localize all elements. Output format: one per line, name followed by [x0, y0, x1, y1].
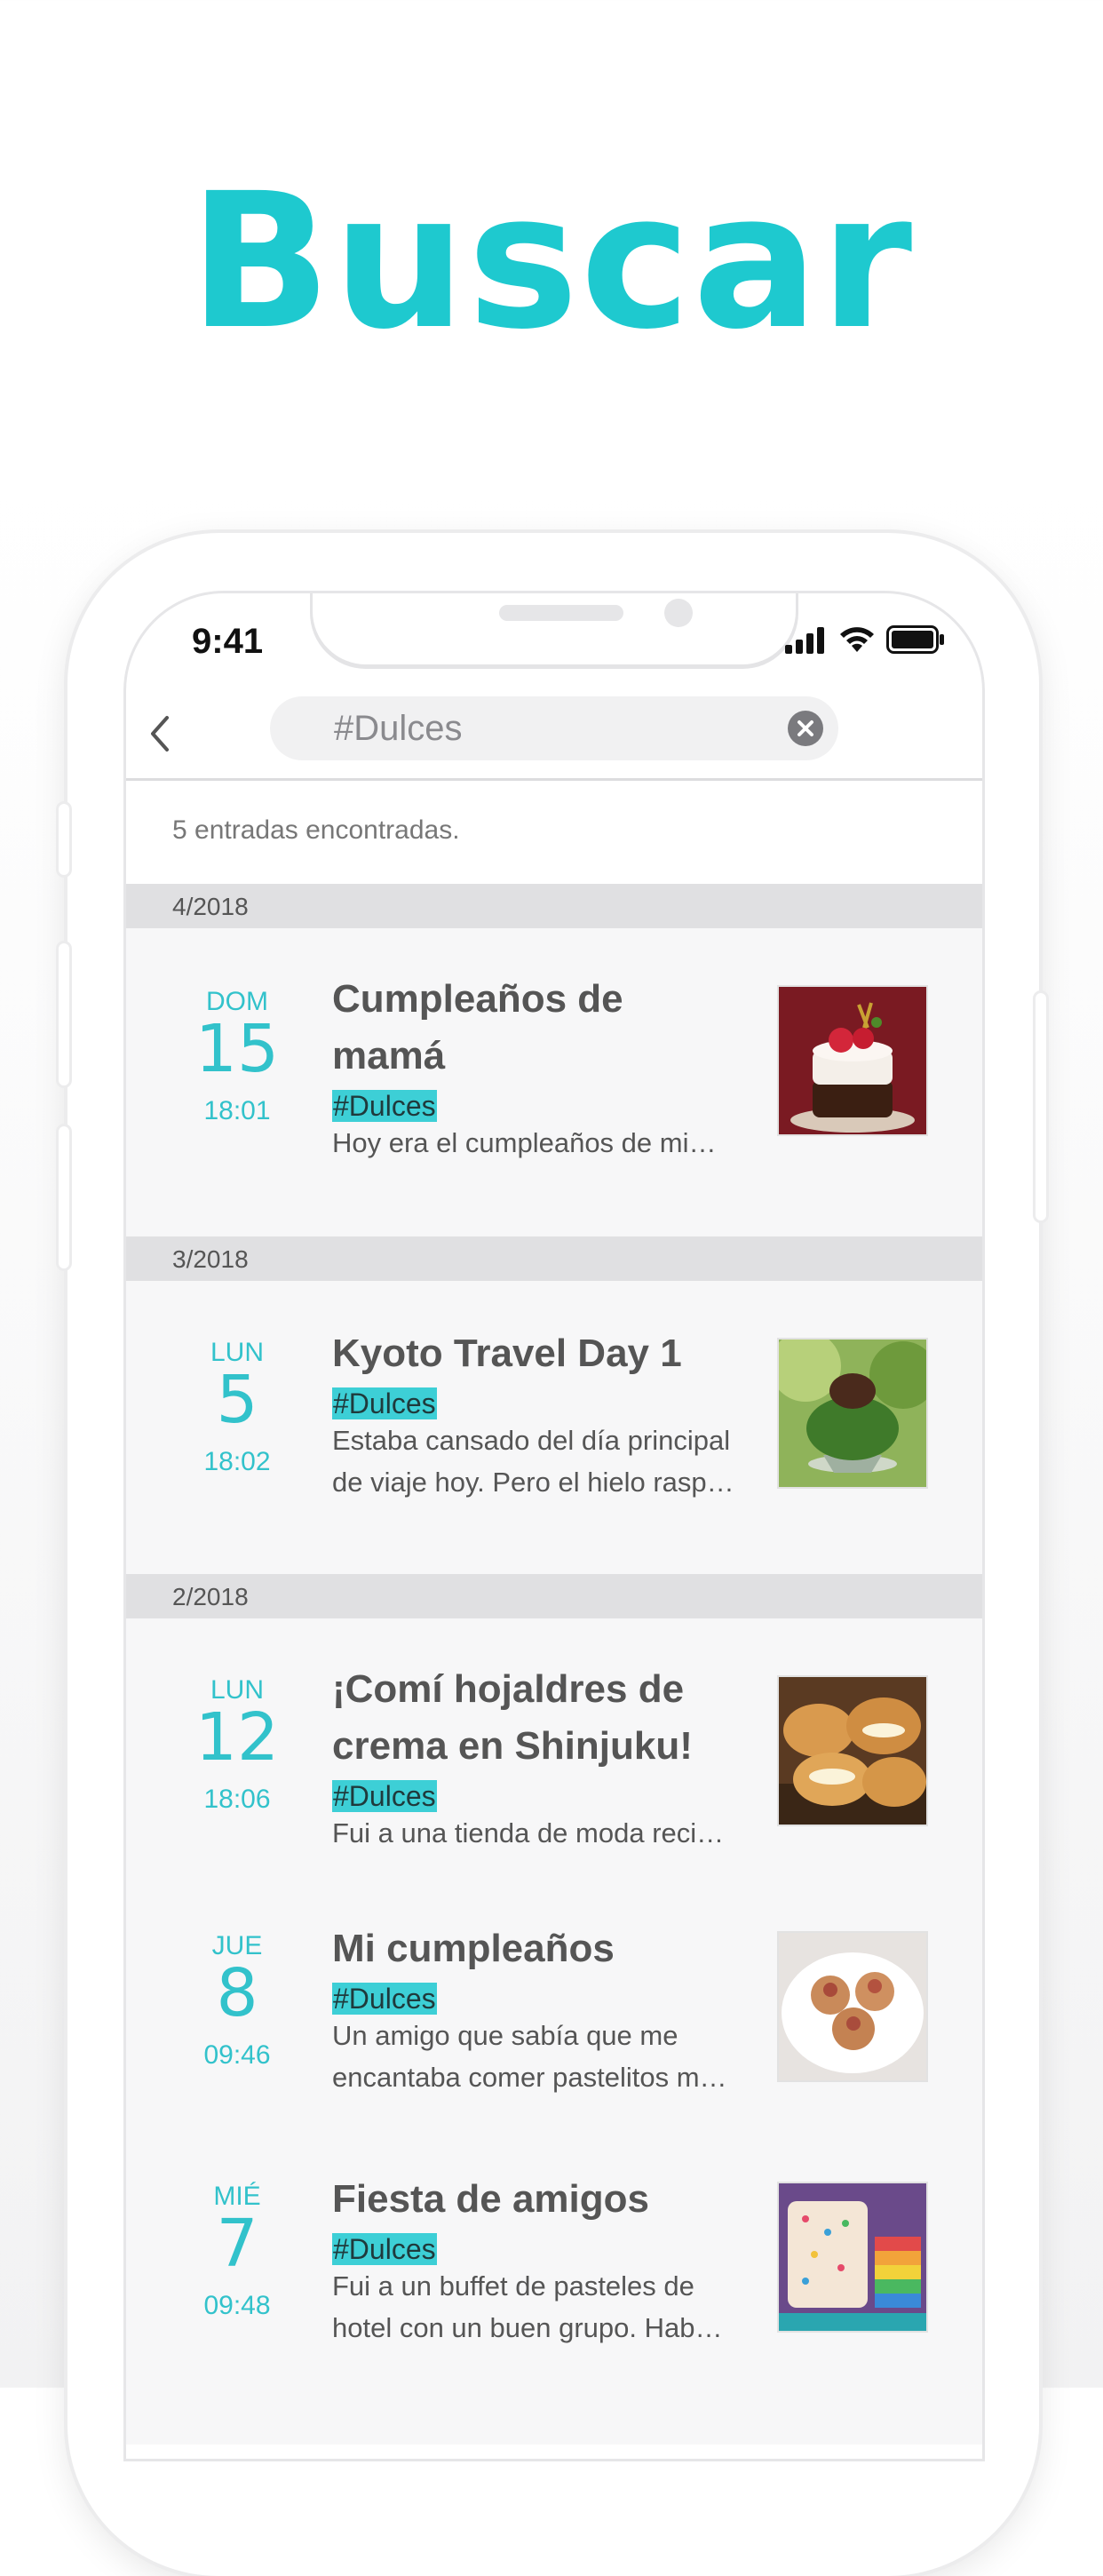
volume-down-button — [59, 1126, 69, 1268]
month-header: 4/2018 — [126, 884, 982, 928]
results-list: 4/2018 DOM 15 18:01 Cumpleaños de mamá #… — [126, 884, 982, 2445]
entry-title-line: Fiesta de amigos — [332, 2177, 650, 2221]
entry-excerpt-line: hotel con un buen grupo. Hab… — [332, 2312, 723, 2343]
entry-title: Fiesta de amigos — [332, 2171, 758, 2228]
rainbow-cake-image — [779, 2183, 926, 2331]
entry-content: ¡Comí hojaldres de crema en Shinjuku! #D… — [332, 1661, 758, 1854]
entry-excerpt-line: encantaba comer pastelitos m… — [332, 2062, 727, 2093]
entry-excerpt: Fui a un buffet de pasteles de hotel con… — [332, 2265, 758, 2349]
entry-date: DOM 15 18:01 — [179, 987, 295, 1129]
signal-icon — [785, 627, 824, 654]
entry-content: Cumpleaños de mamá #Dulces Hoy era el cu… — [332, 971, 758, 1164]
month-header: 3/2018 — [126, 1236, 982, 1281]
entry-content: Fiesta de amigos #Dulces Fui a un buffet… — [332, 2171, 758, 2349]
header-divider — [126, 778, 982, 781]
entry-date: LUN 12 18:06 — [179, 1675, 295, 1817]
entry-day: 15 — [194, 1011, 280, 1087]
entry-title: ¡Comí hojaldres de crema en Shinjuku! — [332, 1661, 758, 1775]
entry-excerpt: Hoy era el cumpleaños de mi… — [332, 1122, 758, 1164]
entry-excerpt: Estaba cansado del día principal de viaj… — [332, 1419, 758, 1503]
entry-tag[interactable]: #Dulces — [332, 1090, 437, 1122]
list-item[interactable]: MIÉ 7 09:48 Fiesta de amigos #Dulces Fui… — [126, 2177, 982, 2445]
volume-up-button — [59, 943, 69, 1085]
list-item[interactable]: JUE 8 09:46 Mi cumpleaños #Dulces Un ami… — [126, 1912, 982, 2178]
entry-title: Kyoto Travel Day 1 — [332, 1325, 758, 1382]
entry-excerpt-line: Estaba cansado del día principal — [332, 1425, 731, 1456]
list-item[interactable]: LUN 5 18:02 Kyoto Travel Day 1 #Dulces E… — [126, 1281, 982, 1574]
battery-icon — [886, 625, 944, 654]
clear-search-icon[interactable] — [787, 710, 824, 747]
back-chevron-icon[interactable] — [142, 707, 178, 760]
entry-content: Kyoto Travel Day 1 #Dulces Estaba cansad… — [332, 1325, 758, 1503]
page-headline: Buscar — [188, 153, 915, 370]
entry-time: 18:02 — [203, 1447, 271, 1476]
list-item[interactable]: LUN 12 18:06 ¡Comí hojaldres de crema en… — [126, 1618, 982, 1912]
notch — [313, 593, 796, 664]
entry-day: 12 — [194, 1699, 280, 1776]
pastries-plate-image — [779, 1933, 926, 2080]
entry-excerpt: Un amigo que sabía que me encantaba come… — [332, 2015, 758, 2098]
entry-time: 18:01 — [203, 1096, 271, 1125]
mute-switch — [59, 804, 69, 875]
entry-thumbnail[interactable] — [777, 985, 928, 1136]
search-bar — [270, 696, 838, 760]
entry-title-line: Cumpleaños de — [332, 977, 623, 1021]
entry-excerpt-line: Hoy era el cumpleaños de mi… — [332, 1127, 717, 1158]
entry-content: Mi cumpleaños #Dulces Un amigo que sabía… — [332, 1920, 758, 2098]
entry-thumbnail[interactable] — [777, 2182, 928, 2333]
entry-time: 18:06 — [203, 1785, 271, 1814]
entry-day: 7 — [216, 2206, 258, 2282]
entry-title-line: ¡Comí hojaldres de — [332, 1667, 685, 1711]
status-icons — [785, 625, 945, 654]
entry-day: 5 — [216, 1362, 258, 1438]
entry-title-line: mamá — [332, 1034, 446, 1077]
entry-time: 09:46 — [203, 2040, 271, 2070]
search-input[interactable] — [334, 696, 760, 760]
entry-excerpt-line: Fui a una tienda de moda reci… — [332, 1817, 725, 1849]
entry-day: 8 — [216, 1955, 258, 2031]
entry-thumbnail[interactable] — [777, 1931, 928, 2082]
entry-title: Mi cumpleaños — [332, 1920, 758, 1977]
list-item[interactable]: DOM 15 18:01 Cumpleaños de mamá #Dulces … — [126, 928, 982, 1236]
strawberry-cake-image — [779, 987, 926, 1134]
month-header: 2/2018 — [126, 1574, 982, 1618]
phone-screen: 9:41 5 entradas encontradas. — [126, 593, 982, 2459]
entry-thumbnail[interactable] — [777, 1675, 928, 1826]
entry-tag[interactable]: #Dulces — [332, 1780, 437, 1812]
entry-thumbnail[interactable] — [777, 1338, 928, 1489]
entry-tag[interactable]: #Dulces — [332, 2233, 437, 2265]
results-count: 5 entradas encontradas. — [172, 815, 460, 845]
cream-puffs-image — [779, 1677, 926, 1825]
entry-date: MIÉ 7 09:48 — [179, 2182, 295, 2324]
entry-excerpt: Fui a una tienda de moda reci… — [332, 1812, 758, 1854]
speaker — [499, 605, 623, 621]
front-camera — [664, 599, 693, 627]
entry-excerpt-line: de viaje hoy. Pero el hielo rasp… — [332, 1467, 734, 1498]
entry-excerpt-line: Fui a un buffet de pasteles de — [332, 2270, 694, 2302]
entry-tag[interactable]: #Dulces — [332, 1983, 437, 2015]
power-button — [1036, 993, 1046, 1220]
entry-title-line: crema en Shinjuku! — [332, 1724, 693, 1768]
matcha-shaved-ice-image — [779, 1340, 926, 1487]
entry-title: Cumpleaños de mamá — [332, 971, 758, 1085]
entry-title-line: Mi cumpleaños — [332, 1927, 615, 1970]
entry-excerpt-line: Un amigo que sabía que me — [332, 2020, 678, 2051]
entry-tag[interactable]: #Dulces — [332, 1387, 437, 1419]
entry-time: 09:48 — [203, 2291, 271, 2320]
entry-title-line: Kyoto Travel Day 1 — [332, 1332, 682, 1375]
status-time: 9:41 — [192, 622, 264, 661]
entry-date: JUE 8 09:46 — [179, 1931, 295, 2073]
entry-date: LUN 5 18:02 — [179, 1338, 295, 1480]
wifi-icon — [840, 627, 874, 652]
